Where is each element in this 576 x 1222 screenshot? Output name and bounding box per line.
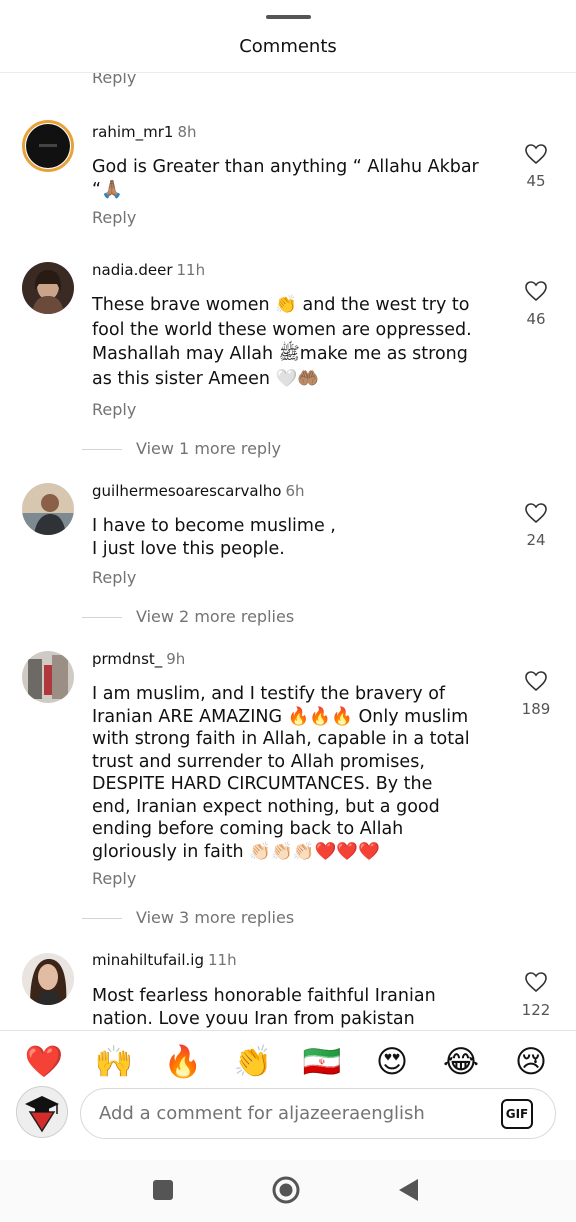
- comment-time: 11h: [207, 951, 237, 969]
- thread-line: [82, 918, 122, 919]
- avatar[interactable]: [22, 262, 74, 314]
- circle-home-icon[interactable]: [268, 1174, 304, 1206]
- reply-link[interactable]: Reply: [92, 568, 136, 587]
- comment-composer[interactable]: GIF: [80, 1088, 556, 1139]
- divider: [0, 1030, 576, 1031]
- comment-username[interactable]: prmdnst_ 9h: [92, 650, 185, 668]
- emoji-raised-hands[interactable]: 🙌: [92, 1040, 136, 1084]
- emoji-tears-of-joy[interactable]: 😂: [439, 1040, 483, 1084]
- emoji-heart-eyes[interactable]: 😍: [370, 1040, 414, 1084]
- gif-button[interactable]: GIF: [501, 1099, 533, 1129]
- comment-text: Most fearless honorable faithful Iranian…: [92, 986, 436, 1029]
- comment-time: 8h: [177, 123, 197, 141]
- comment-text: I am muslim, and I testify the bravery o…: [92, 684, 470, 862]
- avatar-image: [22, 651, 74, 703]
- comment-text: God is Greater than anything “ Allahu Ak…: [92, 157, 479, 200]
- system-nav-bar: [0, 1160, 576, 1222]
- comment-list[interactable]: Reply rahim_mr1 8h God is Greater than an…: [0, 73, 576, 1030]
- heart-outline-icon[interactable]: [524, 143, 548, 165]
- comment-username[interactable]: rahim_mr1 8h: [92, 123, 197, 141]
- reply-link[interactable]: Reply: [92, 73, 136, 87]
- avatar-image: [22, 262, 74, 314]
- like-count: 46: [526, 310, 546, 328]
- thread-line: [82, 449, 122, 450]
- emoji-iran-flag[interactable]: 🇮🇷: [300, 1040, 344, 1084]
- emoji-crying[interactable]: 😢: [509, 1040, 553, 1084]
- comment-time: 9h: [166, 650, 186, 668]
- triangle-back-icon[interactable]: [390, 1174, 426, 1206]
- avatar-image: [26, 124, 70, 168]
- comment-input[interactable]: [99, 1089, 489, 1138]
- comment-text: These brave women 👏 and the west try to …: [92, 295, 472, 389]
- like-count: 45: [526, 172, 546, 190]
- heart-outline-icon[interactable]: [524, 670, 548, 692]
- like-count: 122: [521, 1001, 551, 1019]
- view-more-replies-label[interactable]: View 1 more reply: [136, 439, 281, 458]
- comment-username[interactable]: guilhermesoarescarvalho 6h: [92, 482, 305, 500]
- avatar[interactable]: [22, 651, 74, 703]
- reply-link[interactable]: Reply: [92, 208, 136, 227]
- comments-sheet: Comments Reply rahim_mr1 8h God is Greate…: [0, 0, 576, 1222]
- reply-link[interactable]: Reply: [92, 869, 136, 888]
- comment-text: I have to become muslime , I just love t…: [92, 516, 336, 559]
- avatar[interactable]: [22, 483, 74, 535]
- avatar[interactable]: [22, 953, 74, 1005]
- reply-link[interactable]: Reply: [92, 400, 136, 419]
- thread-line: [82, 617, 122, 618]
- emoji-fire[interactable]: 🔥: [161, 1040, 205, 1084]
- emoji-reaction-bar: ❤️ 🙌 🔥 👏 🇮🇷 😍 😂 😢: [0, 1040, 576, 1086]
- avatar-image: [22, 483, 74, 535]
- comment-username[interactable]: nadia.deer 11h: [92, 261, 205, 279]
- view-more-replies-label[interactable]: View 2 more replies: [136, 607, 294, 626]
- avatar-image: [22, 953, 74, 1005]
- heart-outline-icon[interactable]: [524, 971, 548, 993]
- comment-time: 6h: [285, 482, 305, 500]
- graduation-cap-icon: [17, 1087, 67, 1137]
- like-count: 24: [526, 531, 546, 549]
- emoji-clap[interactable]: 👏: [231, 1040, 275, 1084]
- drag-handle[interactable]: [266, 15, 311, 19]
- heart-outline-icon[interactable]: [524, 502, 548, 524]
- avatar[interactable]: [22, 120, 74, 172]
- my-avatar[interactable]: [16, 1086, 68, 1138]
- emoji-heart[interactable]: ❤️: [22, 1040, 66, 1084]
- comment-time: 11h: [176, 261, 206, 279]
- comment-username[interactable]: minahiltufail.ig 11h: [92, 951, 237, 969]
- heart-outline-icon[interactable]: [524, 280, 548, 302]
- view-more-replies-label[interactable]: View 3 more replies: [136, 908, 294, 927]
- sheet-title: Comments: [239, 36, 337, 57]
- square-recents-icon[interactable]: [145, 1174, 181, 1206]
- like-count: 189: [521, 700, 551, 718]
